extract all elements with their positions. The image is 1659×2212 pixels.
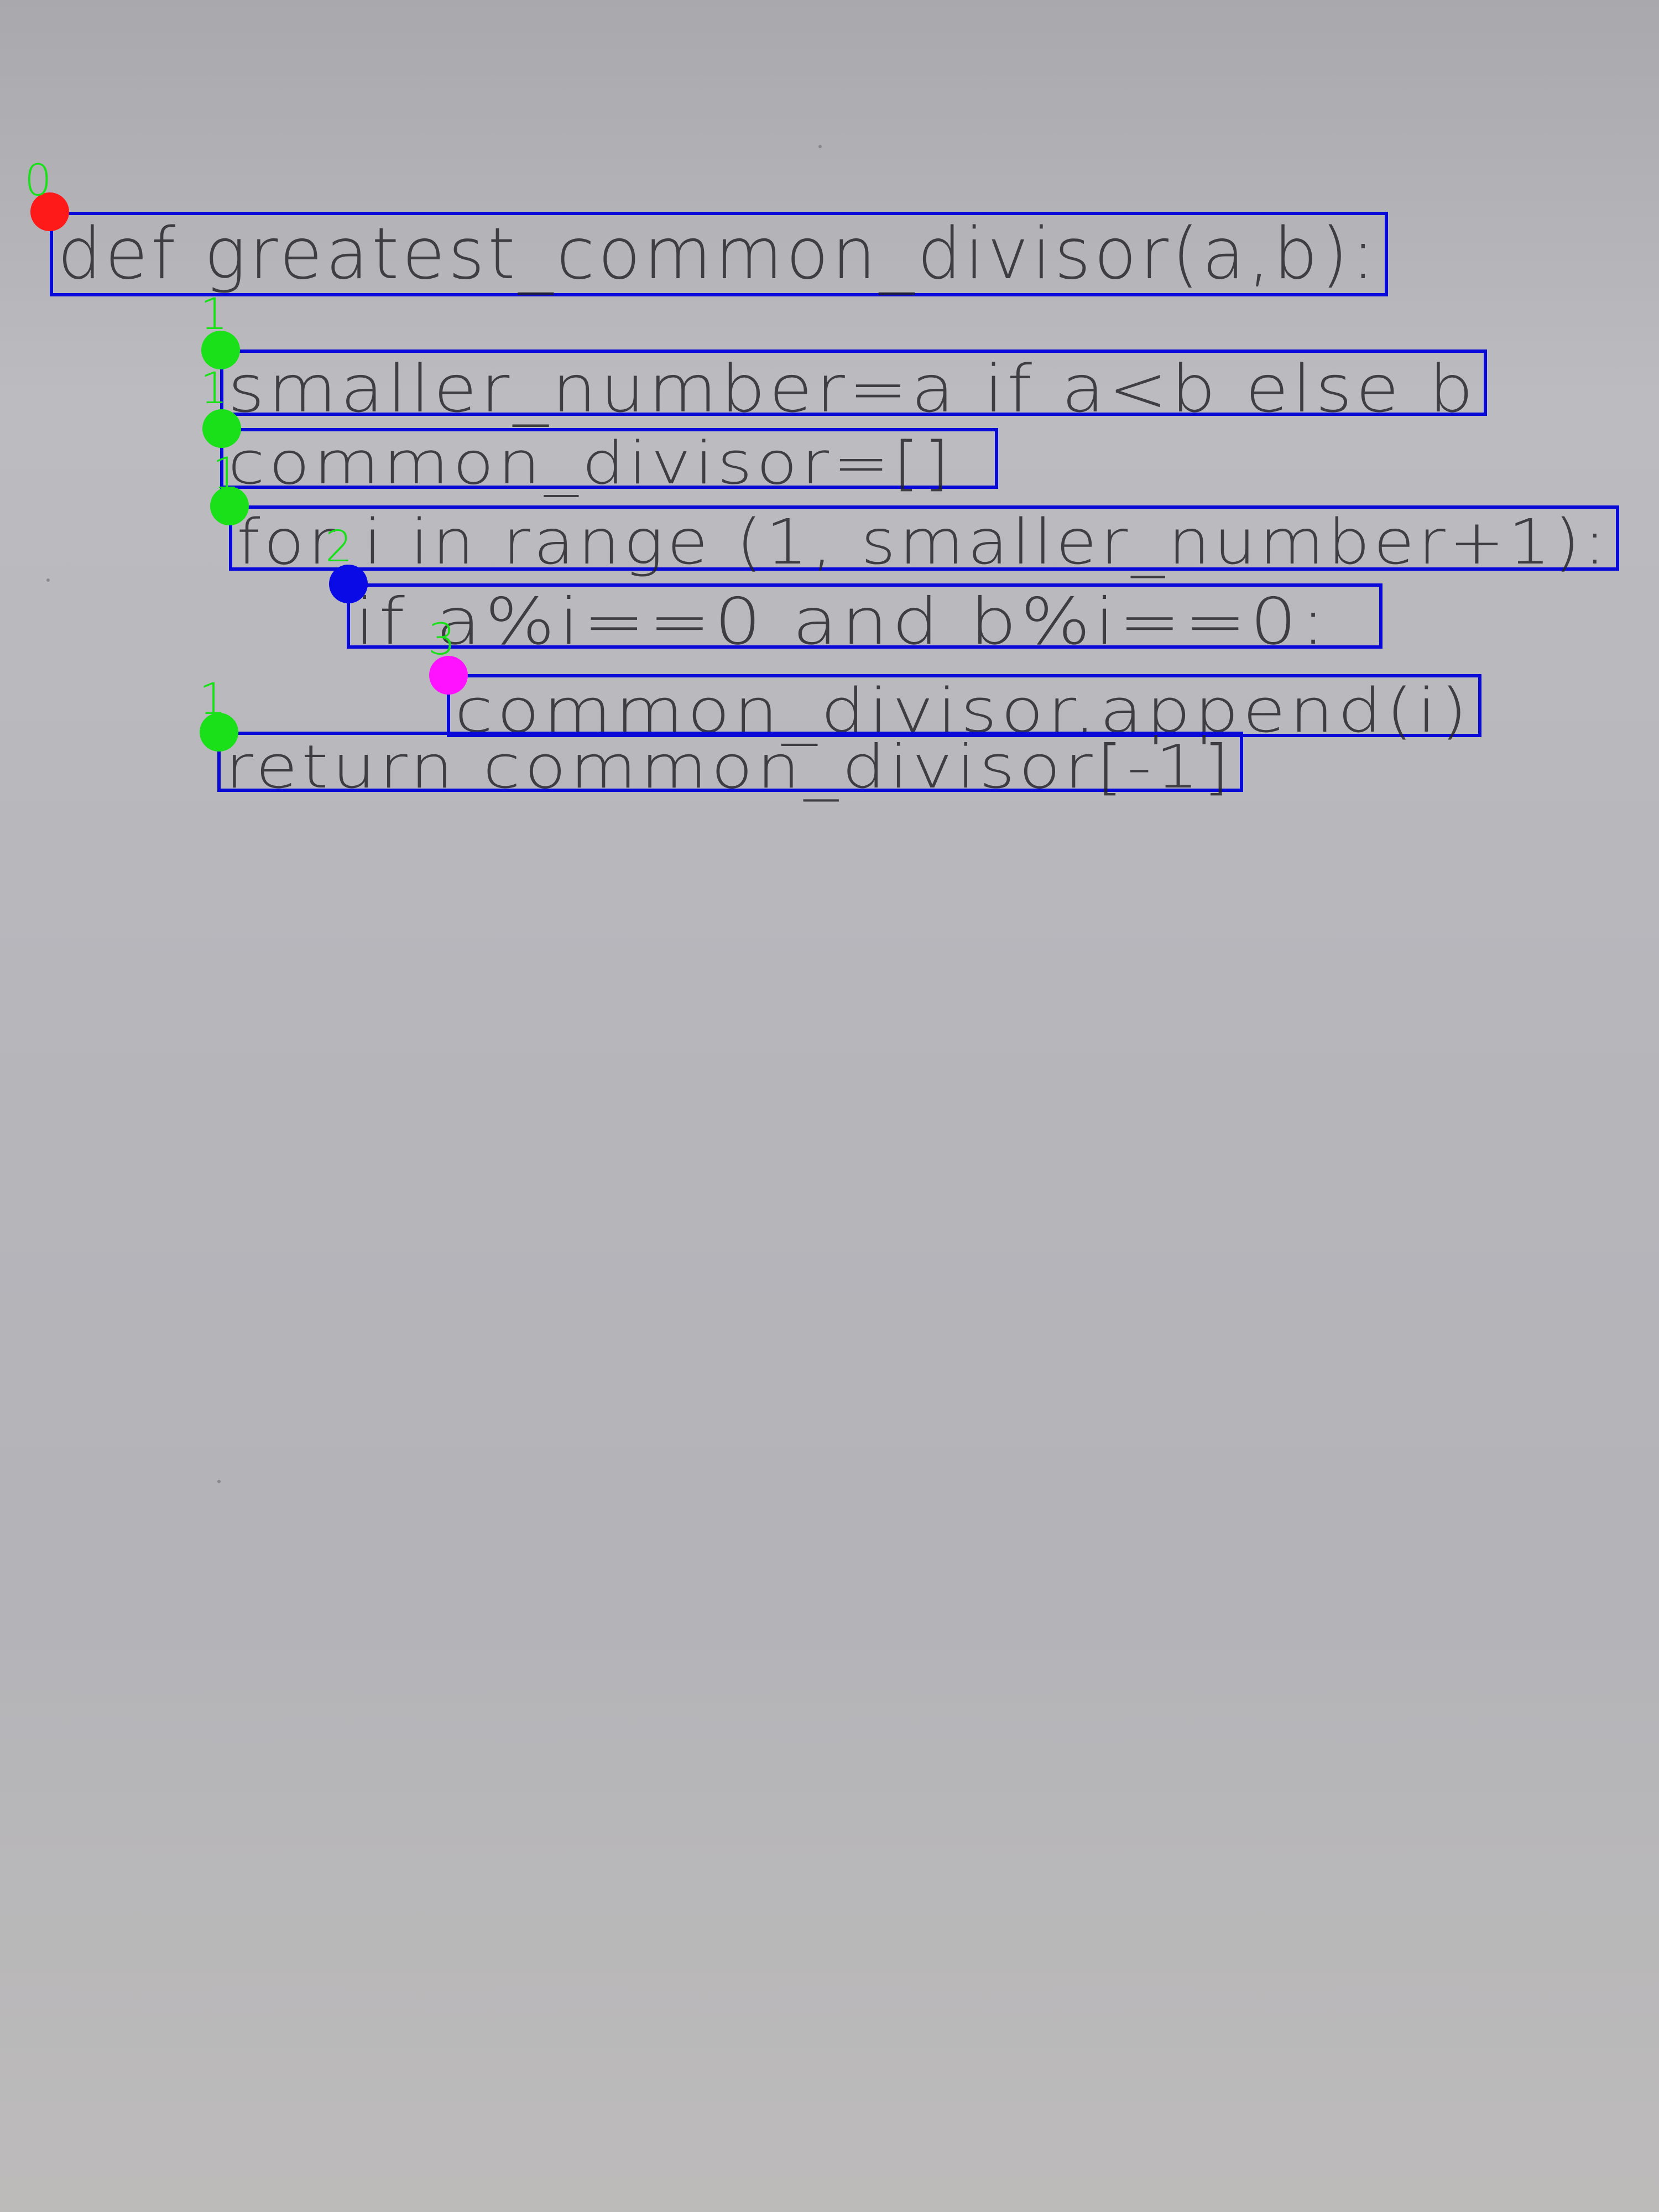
- indent-level-label: 3: [428, 615, 456, 665]
- code-line-text: def greatest_common_divisor(a,b):: [58, 213, 1378, 295]
- code-line-box: for i in range (1, smaller_number+1):: [229, 505, 1619, 578]
- code-line-box: return common_divisor[-1]: [217, 732, 1243, 802]
- indent-level-label: 1: [200, 290, 228, 340]
- code-line-box: common_divisor=[]: [220, 428, 998, 497]
- indent-marker: [202, 409, 241, 448]
- code-line-text: return common_divisor[-1]: [225, 733, 1234, 802]
- code-line-box: common_divisor.append(i): [447, 674, 1481, 746]
- handwritten-code-photo: def greatest_common_divisor(a,b): 0 smal…: [0, 0, 1659, 2212]
- paper-speck: [46, 578, 50, 582]
- paper-speck: [217, 1480, 221, 1483]
- indent-level-label: 1: [199, 675, 227, 724]
- code-line-box: smaller_number=a if a<b else b: [220, 349, 1487, 427]
- code-line-box: if a%i==0 and b%i==0:: [347, 583, 1383, 659]
- indent-level-label: 0: [24, 156, 52, 206]
- paper-speck: [818, 145, 822, 148]
- indent-level-label: 1: [200, 364, 228, 414]
- code-line-box: def greatest_common_divisor(a,b):: [50, 212, 1388, 296]
- indent-level-label: 2: [325, 522, 353, 572]
- code-line-text: smaller_number=a if a<b else b: [228, 351, 1477, 427]
- code-line-text: common_divisor=[]: [228, 429, 953, 497]
- indent-level-label: 1: [212, 449, 240, 499]
- code-line-text: for i in range (1, smaller_number+1):: [237, 507, 1610, 578]
- code-line-text: if a%i==0 and b%i==0:: [354, 585, 1329, 659]
